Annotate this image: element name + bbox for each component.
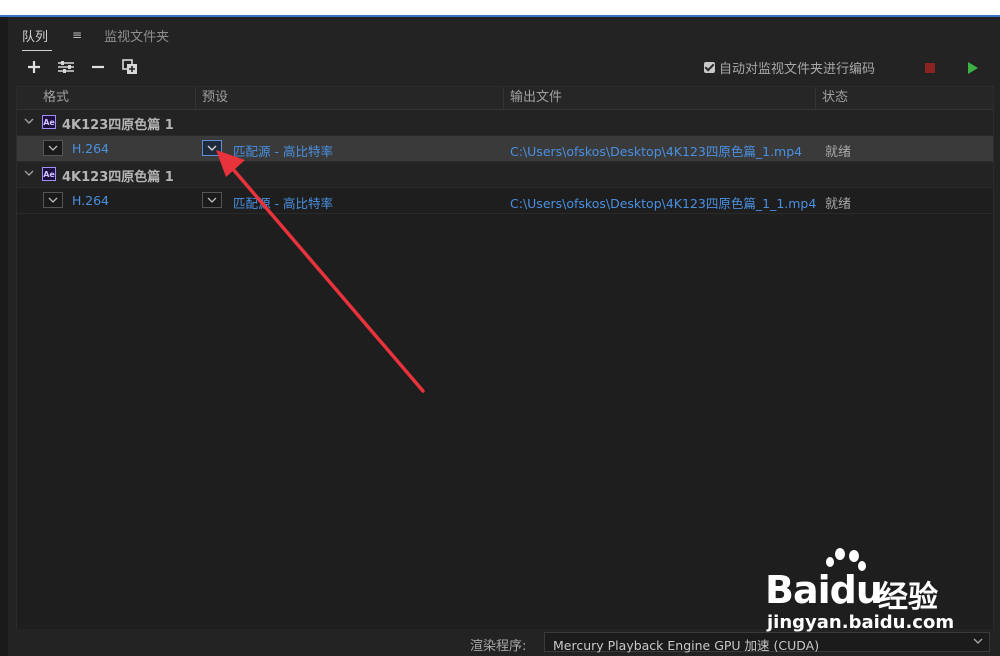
status-text: 就绪 [825,197,852,212]
add-icon[interactable] [22,57,46,77]
group-name: 4K123四原色篇 1 [62,118,174,133]
queue-group[interactable]: Ae 4K123四原色篇 1 [17,110,993,136]
renderer-bar: 渲染程序: Mercury Playback Engine GPU 加速 (CU… [8,629,1000,656]
output-file-link[interactable]: C:\Users\ofskos\Desktop\4K123四原色篇_1_1.mp… [510,193,816,212]
top-strip [0,0,1000,15]
duplicate-icon[interactable] [118,57,142,77]
preset-dropdown[interactable] [202,140,222,156]
renderer-value: Mercury Playback Engine GPU 加速 (CUDA) [553,638,820,653]
preset-link[interactable]: 匹配源 - 高比特率 [233,141,333,160]
group-name: 4K123四原色篇 1 [62,170,174,185]
format-link[interactable]: H.264 [72,141,109,156]
auto-encode-checkbox[interactable] [704,62,715,73]
panel-menu-icon[interactable]: ≡ [72,28,82,42]
left-edge [0,17,8,656]
auto-encode-option[interactable]: 自动对监视文件夹进行编码 [704,58,875,77]
output-file-link[interactable]: C:\Users\ofskos\Desktop\4K123四原色篇_1.mp4 [510,141,802,160]
remove-icon[interactable] [86,57,110,77]
chevron-down-icon [48,145,58,151]
renderer-select[interactable]: Mercury Playback Engine GPU 加速 (CUDA) [544,632,990,653]
column-output-file[interactable]: 输出文件 [503,87,820,109]
stop-queue-button[interactable] [925,63,935,73]
chevron-down-icon[interactable] [23,167,35,179]
format-dropdown[interactable] [43,140,63,156]
queue-item[interactable]: H.264 匹配源 - 高比特率 C:\Users\ofskos\Desktop… [17,136,993,162]
after-effects-icon: Ae [42,115,56,129]
format-link[interactable]: H.264 [72,193,109,208]
column-status[interactable]: 状态 [815,87,972,109]
watermark-logo-du: du [829,568,883,612]
watermark-logo: Baidu [765,568,883,612]
chevron-down-icon[interactable] [23,115,35,127]
chevron-down-icon [48,197,58,203]
column-format[interactable]: 格式 [37,87,193,109]
watermark-cn: 经验 [878,580,938,615]
renderer-label: 渲染程序: [470,639,527,654]
format-dropdown[interactable] [43,192,63,208]
column-preset[interactable]: 预设 [195,87,502,109]
preset-dropdown[interactable] [202,192,222,208]
chevron-down-icon [207,145,217,151]
start-queue-button[interactable] [968,62,978,74]
chevron-down-icon [973,638,983,644]
chevron-down-icon [207,197,217,203]
queue-group[interactable]: Ae 4K123四原色篇 1 [17,162,993,188]
tab-queue[interactable]: 队列 [22,26,53,51]
after-effects-icon: Ae [42,167,56,181]
table-header: 格式 预设 输出文件 状态 [17,87,993,110]
tab-watch-folders[interactable]: 监视文件夹 [104,26,169,45]
watermark-url: jingyan.baidu.com [767,612,955,633]
queue-item[interactable]: H.264 匹配源 - 高比特率 C:\Users\ofskos\Desktop… [17,188,993,214]
preset-link[interactable]: 匹配源 - 高比特率 [233,193,333,212]
status-text: 就绪 [825,145,852,160]
watermark-logo-bai: Bai [765,568,831,612]
queue-toolbar [22,57,150,77]
settings-icon[interactable] [54,57,78,77]
panel-tabs: 队列 ≡ 监视文件夹 [22,25,187,51]
auto-encode-label: 自动对监视文件夹进行编码 [719,62,876,77]
